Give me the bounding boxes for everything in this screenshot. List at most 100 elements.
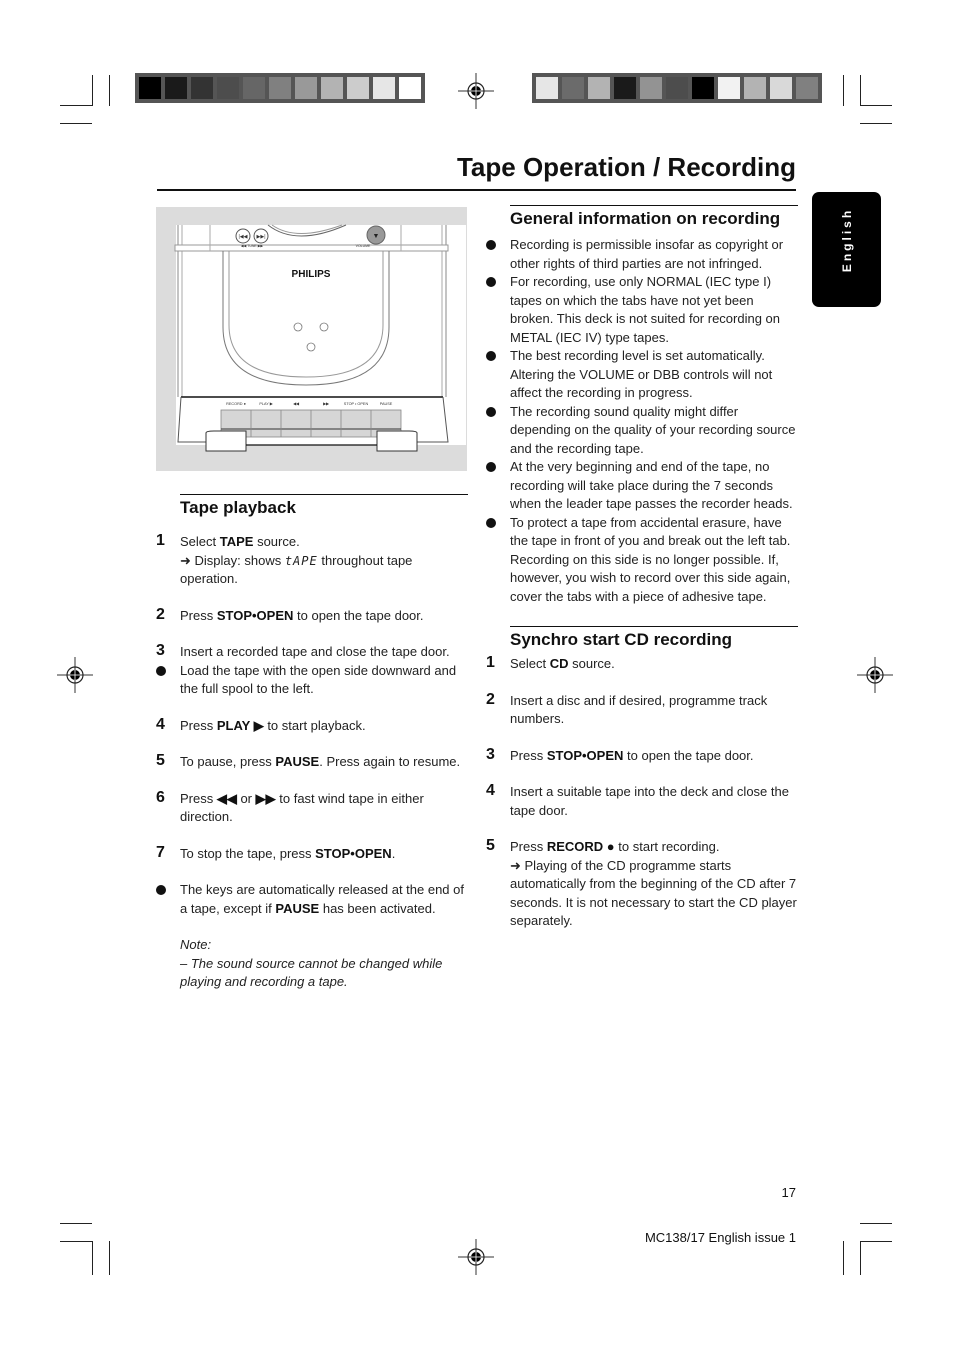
step-7: 7 To stop the tape, press STOP•OPEN. [156, 843, 396, 861]
bullet-icon [486, 277, 496, 287]
rewind-icon: ◀◀ [216, 790, 237, 806]
tape-deck-drawing: |◀◀ ▶▶| ◀◀ TUNE ▶▶ ▼ VOLUME PHILIPS RECO… [174, 224, 466, 452]
color-swatch [770, 77, 792, 99]
crop-mark [109, 1241, 110, 1275]
registration-mark-icon [57, 657, 93, 693]
bullet-item: At the very beginning and end of the tap… [486, 458, 798, 514]
crop-mark [843, 75, 844, 106]
svg-text:|◀◀: |◀◀ [239, 234, 248, 240]
crop-mark [60, 105, 92, 106]
crop-mark [109, 75, 110, 106]
device-illustration: |◀◀ ▶▶| ◀◀ TUNE ▶▶ ▼ VOLUME PHILIPS RECO… [156, 207, 467, 471]
section-rule [510, 626, 798, 627]
note-label: Note: [180, 937, 212, 952]
brand-logo: PHILIPS [292, 269, 331, 280]
step-3: 3 Insert a recorded tape and close the t… [156, 642, 450, 659]
deck-button-label: RECORD ● [226, 402, 246, 406]
color-swatch [399, 77, 421, 99]
deck-button-label: PAUSE [380, 402, 393, 406]
step-1: 1 Select TAPE source. ➜ Display: shows t… [156, 532, 413, 586]
note-text: – The sound source cannot be changed whi… [180, 955, 443, 990]
step-5: 5 To pause, press PAUSE. Press again to … [156, 752, 461, 769]
language-tab-label: English [839, 207, 854, 272]
color-swatch [640, 77, 662, 99]
color-swatch [139, 77, 161, 99]
crop-mark [60, 1241, 92, 1242]
color-swatch [191, 77, 213, 99]
color-swatch [796, 77, 818, 99]
bullet-icon [156, 665, 166, 676]
crop-mark [60, 1223, 92, 1224]
page-number: 17 [781, 1185, 796, 1200]
crop-mark [860, 1241, 861, 1275]
color-swatch [373, 77, 395, 99]
color-swatch [321, 77, 343, 99]
section-rule [180, 494, 468, 495]
registration-mark-icon [857, 657, 893, 693]
deck-button-label: PLAY ▶ [259, 402, 273, 406]
crop-mark [60, 123, 92, 124]
grayscale-bar-right [532, 73, 822, 103]
synchro-step-4: 4 Insert a suitable tape into the deck a… [486, 782, 789, 818]
color-swatch [536, 77, 558, 99]
step-4: 4 Press PLAY ▶ to start playback. [156, 715, 366, 733]
bullet-icon [486, 462, 496, 472]
document-code: MC138/17 English issue 1 [644, 1230, 796, 1245]
color-swatch [269, 77, 291, 99]
bullet-icon [486, 240, 496, 250]
section-title: Synchro start CD recording [510, 630, 732, 649]
bullet-icon [486, 406, 496, 417]
color-swatch [718, 77, 740, 99]
crop-mark [860, 123, 892, 124]
step-6: 6 Press ◀◀ or ▶▶ to fast wind tape in ei… [156, 788, 424, 825]
display-readout: tAPE [284, 553, 318, 568]
fast-forward-icon: ▶▶ [255, 790, 276, 806]
color-swatch [614, 77, 636, 99]
bullet-item: The best recording level is set automati… [486, 347, 798, 403]
crop-mark [92, 75, 93, 106]
crop-mark [860, 75, 861, 106]
synchro-step-3: 3 Press STOP•OPEN to open the tape door. [486, 745, 754, 763]
crop-mark [860, 1241, 892, 1242]
tune-label: ◀◀ TUNE ▶▶ [241, 244, 264, 248]
registration-mark-icon [458, 73, 494, 109]
color-swatch [217, 77, 239, 99]
synchro-step-5: 5 Press RECORD ● to start recording. ➜ P… [486, 837, 797, 928]
crop-mark [860, 1223, 892, 1224]
color-swatch [666, 77, 688, 99]
registration-mark-icon [458, 1239, 494, 1275]
svg-text:▼: ▼ [373, 233, 380, 240]
color-swatch [347, 77, 369, 99]
step-2: 2 Press STOP•OPEN to open the tape door. [156, 605, 424, 623]
section-title: Tape playback [180, 498, 296, 517]
synchro-step-1: 1 Select CD source. [486, 654, 615, 671]
general-info-section: General information on recording Recordi… [486, 205, 798, 931]
section-rule [510, 205, 798, 206]
synchro-step-2: 2 Insert a disc and if desired, programm… [486, 690, 768, 727]
title-rule [157, 189, 796, 191]
language-tab: English [812, 192, 881, 307]
color-swatch [295, 77, 317, 99]
grayscale-bar-left [135, 73, 425, 103]
color-swatch [165, 77, 187, 99]
color-swatch [588, 77, 610, 99]
svg-text:▶▶|: ▶▶| [257, 234, 266, 240]
bullet-item: Load the tape with the open side downwar… [156, 662, 468, 699]
tape-playback-section: Tape playback 1 Select TAPE source. ➜ Di… [156, 494, 468, 992]
bullet-icon [156, 885, 166, 895]
color-swatch [692, 77, 714, 99]
color-swatch [744, 77, 766, 99]
deck-button-label: STOP • OPEN [344, 402, 369, 406]
page-title: Tape Operation / Recording [456, 152, 796, 182]
crop-mark [860, 105, 892, 106]
color-swatch [562, 77, 584, 99]
bullet-item: For recording, use only NORMAL (IEC type… [486, 273, 798, 347]
volume-label: VOLUME [356, 244, 371, 248]
bullet-item: The keys are automatically released at t… [156, 881, 468, 918]
bullet-icon [486, 351, 496, 361]
bullet-item: To protect a tape from accidental erasur… [486, 514, 798, 607]
bullet-item: Recording is permissible insofar as copy… [486, 236, 798, 273]
crop-mark [92, 1241, 93, 1275]
bullet-icon [486, 517, 496, 528]
section-title: General information on recording [510, 209, 781, 228]
